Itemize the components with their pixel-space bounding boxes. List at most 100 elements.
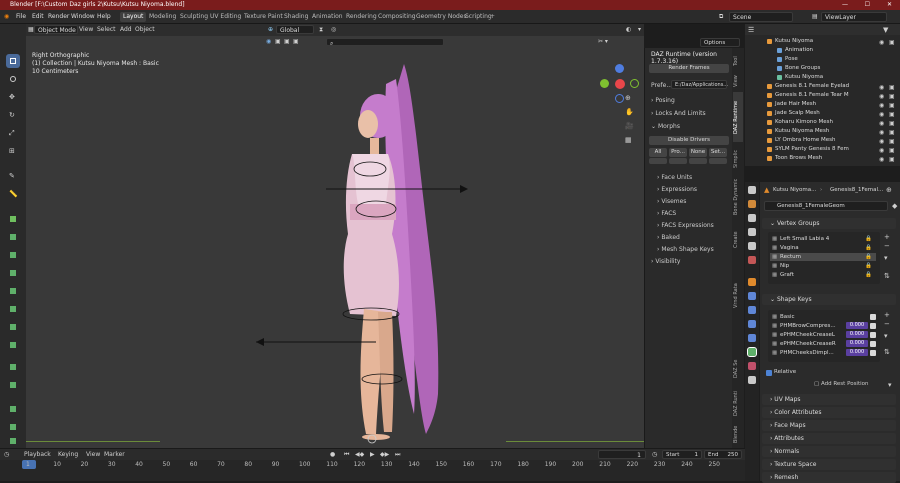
navigation-gizmo[interactable]	[598, 62, 642, 106]
fake-user-icon[interactable]: ◆	[892, 202, 897, 210]
transform-tool[interactable]: ⊞	[6, 144, 20, 158]
gizmo-x-axis[interactable]	[615, 79, 625, 89]
gizmo-icon[interactable]: ▣	[275, 38, 281, 46]
menu-select[interactable]: Select	[97, 26, 116, 34]
render-toggle-icon[interactable]: ▣	[889, 155, 895, 164]
knife-tool[interactable]	[6, 302, 20, 316]
object-props-icon[interactable]	[748, 278, 756, 286]
extrude-tool[interactable]	[6, 230, 20, 244]
shape-key-mute-checkbox[interactable]	[870, 341, 876, 347]
remove-vertex-group-icon[interactable]: −	[884, 242, 890, 250]
outliner-item[interactable]: Jade Scalp Mesh ◉ ▣	[745, 109, 900, 118]
shape-key-item[interactable]: ▦ PHMBrowCompres... 0.000	[770, 322, 876, 330]
morph-facs[interactable]: › FACS	[657, 210, 676, 217]
outliner-editor-icon[interactable]: ☰	[748, 26, 754, 34]
shrink-fatten-tool[interactable]	[6, 402, 20, 416]
tab-vrnd-rata[interactable]: Vrnd Rata	[733, 276, 743, 316]
shape-key-item[interactable]: ▦ PHMCheeksDimpl... 0.000	[770, 349, 876, 357]
viewport-shading-icon[interactable]: ◐	[626, 26, 631, 34]
move-shape-key-icon[interactable]: ⇅	[884, 348, 890, 356]
render-frames-button[interactable]: Render Frames	[649, 64, 729, 73]
preview-range-icon[interactable]: ◷	[652, 451, 657, 459]
menu-file[interactable]: File	[16, 13, 26, 20]
vertex-group-item[interactable]: ▦ Rectum 🔒	[770, 253, 876, 261]
outliner-item[interactable]: Kutsu Niyoma ◉ ▣	[745, 37, 900, 46]
menu-object[interactable]: Object	[135, 26, 155, 34]
outliner-item[interactable]: Koharu Kimono Mesh ◉ ▣	[745, 118, 900, 127]
outliner-item[interactable]: Kutsu Niyoma	[745, 73, 900, 82]
outliner-item[interactable]: Pose	[745, 55, 900, 64]
morph-extra-button-3[interactable]	[689, 158, 707, 164]
tab-bone-dynamic[interactable]: Bone Dynamic	[733, 176, 743, 218]
proportional-edit-icon[interactable]: ◎	[331, 26, 336, 34]
jump-start-icon[interactable]: ⏮	[344, 451, 349, 459]
constraints-props-icon[interactable]	[748, 334, 756, 342]
material-props-icon[interactable]	[748, 362, 756, 370]
visibility-icon[interactable]: ◉	[266, 38, 271, 46]
tab-daz-runti[interactable]: DAZ Runti	[733, 388, 743, 418]
select-box-tool[interactable]	[6, 54, 20, 68]
lock-icon[interactable]: 🔒	[865, 253, 872, 261]
shape-key-value[interactable]: 0.000	[846, 340, 868, 347]
tab-texture-paint[interactable]: Texture Paint	[241, 12, 286, 22]
menu-render[interactable]: Render	[48, 13, 69, 20]
tab-uv-editing[interactable]: UV Editing	[207, 12, 244, 22]
menu-add[interactable]: Add	[120, 26, 132, 34]
character-model[interactable]	[246, 54, 476, 444]
tab-create[interactable]: Create	[733, 220, 743, 260]
section-face-maps[interactable]: › Face Maps	[762, 420, 896, 431]
vertex-group-specials-icon[interactable]: ▾	[884, 254, 888, 262]
disable-drivers-button[interactable]: Disable Drivers	[649, 136, 729, 145]
vertex-group-item[interactable]: ▦ Graft 🔒	[770, 271, 876, 279]
scene-props-icon[interactable]	[748, 242, 756, 250]
rip-tool[interactable]	[6, 434, 20, 448]
loop-cut-tool[interactable]	[6, 284, 20, 298]
timeline-editor-icon[interactable]: ◷	[4, 451, 9, 459]
shape-key-mute-checkbox[interactable]	[870, 323, 876, 329]
section-posing[interactable]: › Posing	[651, 97, 675, 104]
play-icon[interactable]: ▶	[370, 451, 375, 459]
shape-keys-header[interactable]: ⌄ Shape Keys	[762, 294, 896, 305]
tab-shading[interactable]: Shading	[281, 12, 311, 22]
gizmo-neg-y-axis[interactable]	[630, 79, 639, 88]
section-texture-space[interactable]: › Texture Space	[762, 459, 896, 470]
poly-build-tool[interactable]	[6, 320, 20, 334]
tab-modeling[interactable]: Modeling	[146, 12, 179, 22]
shape-key-options-icon[interactable]: ▾	[888, 381, 892, 389]
section-uv-maps[interactable]: › UV Maps	[762, 394, 896, 405]
tab-view[interactable]: View	[733, 72, 743, 90]
vertex-group-item[interactable]: ▦ Vagina 🔒	[770, 244, 876, 252]
vertex-group-item[interactable]: ▦ Left Small Labia 4 🔒	[770, 235, 876, 243]
blender-logo-icon[interactable]: ◉	[4, 13, 9, 20]
outliner-item[interactable]: Jade Hair Mesh ◉ ▣	[745, 100, 900, 109]
shape-key-mute-checkbox[interactable]	[870, 314, 876, 320]
section-visibility[interactable]: › Visibility	[651, 258, 680, 265]
scale-tool[interactable]: ⤢	[6, 126, 20, 140]
smooth-tool[interactable]	[6, 360, 20, 374]
inset-tool[interactable]	[6, 248, 20, 262]
section-remesh[interactable]: › Remesh	[762, 472, 896, 483]
morph-visemes[interactable]: › Visemes	[657, 198, 686, 205]
morph-extra-button-4[interactable]	[709, 158, 727, 164]
outliner-item[interactable]: Toon Brows Mesh ◉ ▣	[745, 154, 900, 163]
morph-expressions[interactable]: › Expressions	[657, 186, 697, 193]
physics-props-icon[interactable]	[748, 320, 756, 328]
orientation-selector[interactable]: Global	[276, 25, 314, 34]
add-rest-position-checkbox[interactable]: ▢ Add Rest Position	[814, 380, 894, 389]
tab-animation[interactable]: Animation	[309, 12, 346, 22]
outliner-item[interactable]: SYLM Panty Genesis 8 Fem ◉ ▣	[745, 145, 900, 154]
menu-playback[interactable]: Playback	[24, 451, 51, 459]
visibility-eye-icon[interactable]: ◉	[879, 155, 884, 164]
viewport-search-input[interactable]: ⌕	[326, 38, 444, 47]
close-icon[interactable]: ✕	[887, 0, 892, 10]
outliner-item[interactable]: Bone Groups	[745, 64, 900, 73]
lock-icon[interactable]: 🔒	[865, 262, 872, 270]
move-vertex-group-icon[interactable]: ⇅	[884, 272, 890, 280]
add-shape-key-icon[interactable]: +	[884, 311, 890, 319]
output-props-icon[interactable]	[748, 214, 756, 222]
outliner-item[interactable]: LY Ombra Home Mesh ◉ ▣	[745, 136, 900, 145]
timeline-ruler[interactable]: 1 10 20 30 40 50 60 70 80 90 100 110 120 130 140 150 160…	[0, 460, 745, 481]
options-button[interactable]: Options	[700, 38, 740, 47]
add-vertex-group-icon[interactable]: +	[884, 233, 890, 241]
section-color-attributes[interactable]: › Color Attributes	[762, 407, 896, 418]
